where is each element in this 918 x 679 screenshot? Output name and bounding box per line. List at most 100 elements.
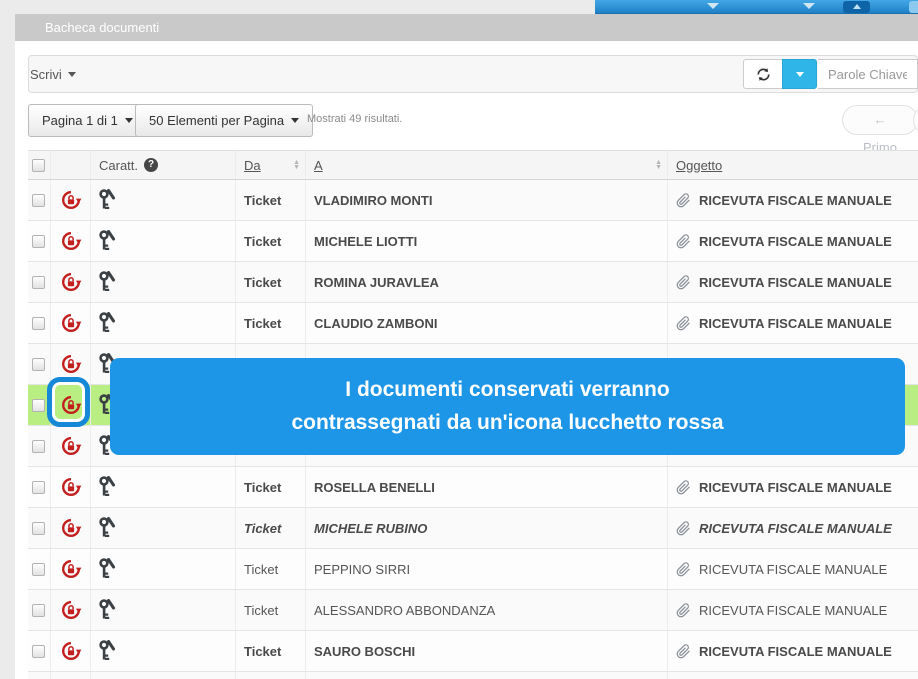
table-row[interactable] — [28, 672, 918, 679]
attachment-icon — [676, 602, 690, 617]
select-all-checkbox[interactable] — [32, 158, 45, 172]
page-title-bar: Bacheca documenti — [15, 14, 918, 41]
row-checkbox-cell — [28, 467, 50, 507]
cell-da: Ticket — [235, 221, 305, 261]
key-icon — [99, 312, 115, 332]
table-row[interactable]: Ticket ALESSANDRO ABBONDANZA RICEVUTA FI… — [28, 590, 918, 631]
sort-icon[interactable]: ▲ ▼ — [655, 159, 662, 171]
row-checkbox-cell — [28, 344, 50, 384]
attachment-icon — [676, 233, 690, 248]
bacheca-documenti-app: Bacheca documenti Scrivi Pagina 1 di 1 5… — [0, 0, 918, 679]
row-select-checkbox[interactable] — [32, 644, 45, 658]
table-row[interactable]: Ticket PEPPINO SIRRI RICEVUTA FISCALE MA… — [28, 549, 918, 590]
row-caratt-cell — [90, 672, 235, 679]
table-row[interactable]: Ticket ROSELLA BENELLI RICEVUTA FISCALE … — [28, 467, 918, 508]
row-caratt-cell — [90, 631, 235, 671]
row-select-checkbox[interactable] — [32, 234, 45, 248]
table-row[interactable]: Ticket ROMINA JURAVLEA RICEVUTA FISCALE … — [28, 262, 918, 303]
cell-da: Ticket — [235, 180, 305, 220]
row-select-checkbox[interactable] — [32, 480, 45, 494]
row-select-checkbox[interactable] — [32, 603, 45, 617]
cell-oggetto: RICEVUTA FISCALE MANUALE — [667, 590, 918, 630]
row-select-checkbox[interactable] — [32, 562, 45, 576]
column-header-a: A ▲ ▼ — [305, 151, 667, 179]
row-lock-cell — [50, 180, 90, 220]
caret-down-icon — [67, 71, 76, 77]
nav-dropdown-caret-icon[interactable] — [803, 3, 815, 9]
top-navbar-fragment — [595, 0, 918, 14]
attachment-icon — [676, 315, 690, 330]
conservation-lock-icon — [61, 478, 81, 496]
cell-a: ROMINA JURAVLEA — [305, 262, 667, 302]
key-icon — [99, 271, 115, 291]
attachment-icon — [676, 192, 690, 207]
column-header-da: Da ▲ ▼ — [235, 151, 305, 179]
per-page-selector-button[interactable]: 50 Elementi per Pagina — [135, 104, 314, 137]
row-lock-cell — [50, 221, 90, 261]
row-caratt-cell — [90, 467, 235, 507]
nav-button-partial[interactable] — [909, 1, 918, 13]
compose-button[interactable]: Scrivi — [30, 62, 76, 86]
row-select-checkbox[interactable] — [32, 398, 45, 412]
table-row[interactable]: Ticket SAURO BOSCHI RICEVUTA FISCALE MAN… — [28, 631, 918, 672]
first-page-button[interactable]: ← Primo — [842, 105, 918, 155]
conservation-lock-icon — [61, 601, 81, 619]
nav-button[interactable] — [843, 1, 870, 13]
row-caratt-cell — [90, 262, 235, 302]
conservation-lock-icon — [61, 437, 81, 455]
row-select-checkbox[interactable] — [32, 439, 45, 453]
table-row[interactable]: Ticket CLAUDIO ZAMBONI RICEVUTA FISCALE … — [28, 303, 918, 344]
conservation-lock-icon — [61, 396, 81, 414]
cell-da: Ticket — [235, 590, 305, 630]
table-row[interactable]: Ticket MICHELE LIOTTI RICEVUTA FISCALE M… — [28, 221, 918, 262]
cell-oggetto: RICEVUTA FISCALE MANUALE — [667, 508, 918, 548]
results-count: Mostrati 49 risultati. — [307, 113, 403, 125]
cell-a: SAURO BOSCHI — [305, 631, 667, 671]
refresh-button[interactable] — [743, 59, 783, 89]
caret-down-icon — [291, 118, 300, 123]
key-icon — [99, 189, 115, 209]
cell-da: Ticket — [235, 508, 305, 548]
cell-oggetto — [667, 672, 918, 679]
caret-down-icon — [795, 71, 804, 77]
key-icon — [99, 640, 115, 660]
row-select-checkbox[interactable] — [32, 193, 45, 207]
row-checkbox-cell — [28, 221, 50, 261]
page-selector-button[interactable]: Pagina 1 di 1 — [28, 104, 147, 137]
cell-da: Ticket — [235, 467, 305, 507]
conservation-lock-icon — [61, 191, 81, 209]
row-checkbox-cell — [28, 590, 50, 630]
page-selector-label: Pagina 1 di 1 — [42, 113, 118, 128]
oggetto-sort-link[interactable]: Oggetto — [676, 158, 722, 173]
nav-dropdown-caret-icon[interactable] — [707, 3, 719, 9]
row-select-checkbox[interactable] — [32, 521, 45, 535]
row-select-checkbox[interactable] — [32, 357, 45, 371]
row-select-checkbox[interactable] — [32, 275, 45, 289]
search-dropdown-button[interactable] — [782, 59, 817, 89]
row-caratt-cell — [90, 221, 235, 261]
cell-da — [235, 672, 305, 679]
table-row[interactable]: Ticket MICHELE RUBINO RICEVUTA FISCALE M… — [28, 508, 918, 549]
da-sort-link[interactable]: Da — [244, 158, 261, 173]
row-checkbox-cell — [28, 549, 50, 589]
keyword-search-input[interactable] — [818, 59, 918, 89]
cell-oggetto: RICEVUTA FISCALE MANUALE — [667, 467, 918, 507]
sort-icon[interactable]: ▲ ▼ — [293, 159, 300, 171]
row-lock-cell — [50, 385, 90, 425]
cell-a: VLADIMIRO MONTI — [305, 180, 667, 220]
row-select-checkbox[interactable] — [32, 316, 45, 330]
row-caratt-cell — [90, 303, 235, 343]
table-row[interactable]: Ticket VLADIMIRO MONTI RICEVUTA FISCALE … — [28, 180, 918, 221]
table-header-row: Caratt. ? Da ▲ ▼ A ▲ ▼ Oggetto — [28, 150, 918, 180]
a-sort-link[interactable]: A — [314, 158, 323, 173]
tooltip-line: contrassegnati da un'icona lucchetto ros… — [291, 411, 724, 434]
attachment-icon — [676, 479, 690, 494]
help-icon[interactable]: ? — [144, 158, 159, 172]
conservation-lock-icon — [61, 273, 81, 291]
cell-oggetto: RICEVUTA FISCALE MANUALE — [667, 303, 918, 343]
cell-da: Ticket — [235, 631, 305, 671]
cell-da: Ticket — [235, 303, 305, 343]
attachment-icon — [676, 561, 690, 576]
row-caratt-cell — [90, 590, 235, 630]
row-lock-cell — [50, 344, 90, 384]
